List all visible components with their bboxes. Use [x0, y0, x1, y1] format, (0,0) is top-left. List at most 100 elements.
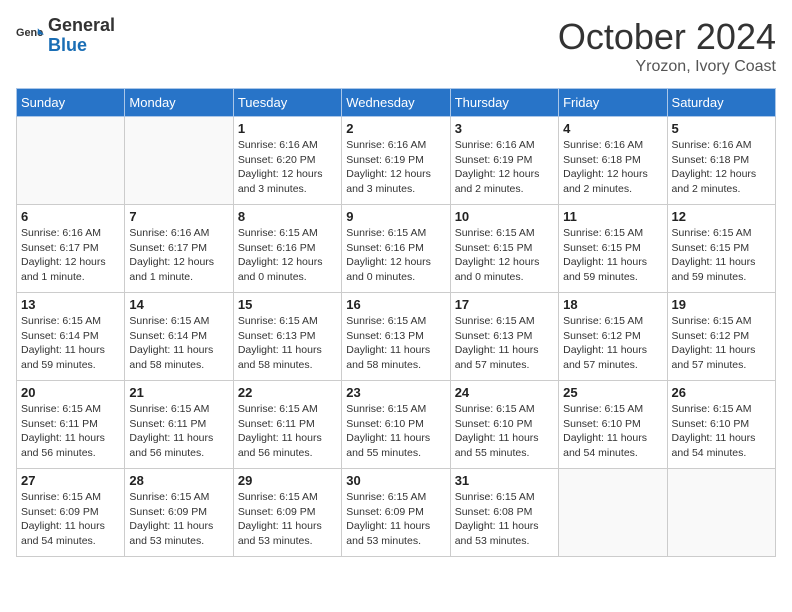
logo-blue-text: Blue [48, 35, 87, 55]
calendar-cell: 12Sunrise: 6:15 AM Sunset: 6:15 PM Dayli… [667, 205, 775, 293]
day-number: 18 [563, 297, 662, 312]
day-number: 5 [672, 121, 771, 136]
calendar-cell: 27 Sunrise: 6:15 AM Sunset: 6:09 PM Dayli… [17, 469, 125, 557]
weekday-header-cell: Sunday [17, 89, 125, 117]
day-detail: Sunrise: 6:15 AM Sunset: 6:15 PM Dayligh… [455, 226, 554, 285]
day-number: 31 [455, 473, 554, 488]
calendar-cell: 30Sunrise: 6:15 AM Sunset: 6:09 PM Dayli… [342, 469, 450, 557]
calendar-cell: 19 Sunrise: 6:15 AM Sunset: 6:12 PM Dayli… [667, 293, 775, 381]
weekday-header-cell: Friday [559, 89, 667, 117]
day-number: 28 [129, 473, 228, 488]
day-number: 19 [672, 297, 771, 312]
day-detail: Sunrise: 6:16 AM Sunset: 6:17 PM Dayligh… [21, 226, 120, 285]
day-number: 20 [21, 385, 120, 400]
calendar-week-row: 27 Sunrise: 6:15 AM Sunset: 6:09 PM Dayli… [17, 469, 776, 557]
calendar-cell: 11Sunrise: 6:15 AM Sunset: 6:15 PM Dayli… [559, 205, 667, 293]
title-block: October 2024 Yrozon, Ivory Coast [558, 16, 776, 76]
day-number: 3 [455, 121, 554, 136]
calendar-cell: 4 Sunrise: 6:16 AM Sunset: 6:18 PM Daylig… [559, 117, 667, 205]
calendar-cell: 13Sunrise: 6:15 AM Sunset: 6:14 PM Dayli… [17, 293, 125, 381]
calendar-cell: 17Sunrise: 6:15 AM Sunset: 6:13 PM Dayli… [450, 293, 558, 381]
day-detail: Sunrise: 6:15 AM Sunset: 6:12 PM Dayligh… [672, 314, 771, 373]
day-detail: Sunrise: 6:16 AM Sunset: 6:19 PM Dayligh… [455, 138, 554, 197]
calendar-cell: 26Sunrise: 6:15 AM Sunset: 6:10 PM Dayli… [667, 381, 775, 469]
calendar-cell: 15 Sunrise: 6:15 AM Sunset: 6:13 PM Dayli… [233, 293, 341, 381]
day-detail: Sunrise: 6:15 AM Sunset: 6:13 PM Dayligh… [238, 314, 337, 373]
day-detail: Sunrise: 6:15 AM Sunset: 6:12 PM Dayligh… [563, 314, 662, 373]
logo-general-text: General [48, 15, 115, 35]
day-detail: Sunrise: 6:15 AM Sunset: 6:14 PM Dayligh… [129, 314, 228, 373]
day-number: 6 [21, 209, 120, 224]
page-header: General General Blue October 2024 Yrozon… [16, 16, 776, 76]
calendar-cell [17, 117, 125, 205]
calendar-cell [559, 469, 667, 557]
calendar-cell: 16 Sunrise: 6:15 AM Sunset: 6:13 PM Dayli… [342, 293, 450, 381]
day-detail: Sunrise: 6:15 AM Sunset: 6:11 PM Dayligh… [129, 402, 228, 461]
day-number: 25 [563, 385, 662, 400]
day-number: 15 [238, 297, 337, 312]
day-detail: Sunrise: 6:15 AM Sunset: 6:10 PM Dayligh… [346, 402, 445, 461]
day-detail: Sunrise: 6:16 AM Sunset: 6:18 PM Dayligh… [563, 138, 662, 197]
day-number: 8 [238, 209, 337, 224]
day-detail: Sunrise: 6:15 AM Sunset: 6:16 PM Dayligh… [238, 226, 337, 285]
day-detail: Sunrise: 6:15 AM Sunset: 6:15 PM Dayligh… [672, 226, 771, 285]
weekday-header-cell: Saturday [667, 89, 775, 117]
calendar-cell [667, 469, 775, 557]
calendar-cell: 9 Sunrise: 6:15 AM Sunset: 6:16 PM Daylig… [342, 205, 450, 293]
calendar-cell: 28 Sunrise: 6:15 AM Sunset: 6:09 PM Dayli… [125, 469, 233, 557]
calendar-cell: 7 Sunrise: 6:16 AM Sunset: 6:17 PM Daylig… [125, 205, 233, 293]
calendar-cell: 20Sunrise: 6:15 AM Sunset: 6:11 PM Dayli… [17, 381, 125, 469]
location-subtitle: Yrozon, Ivory Coast [558, 58, 776, 76]
calendar-cell: 25 Sunrise: 6:15 AM Sunset: 6:10 PM Dayli… [559, 381, 667, 469]
calendar-cell: 5 Sunrise: 6:16 AM Sunset: 6:18 PM Daylig… [667, 117, 775, 205]
day-detail: Sunrise: 6:15 AM Sunset: 6:09 PM Dayligh… [346, 490, 445, 549]
calendar-cell: 8 Sunrise: 6:15 AM Sunset: 6:16 PM Daylig… [233, 205, 341, 293]
day-detail: Sunrise: 6:15 AM Sunset: 6:09 PM Dayligh… [129, 490, 228, 549]
calendar-cell: 1 Sunrise: 6:16 AM Sunset: 6:20 PM Daylig… [233, 117, 341, 205]
calendar-cell: 10Sunrise: 6:15 AM Sunset: 6:15 PM Dayli… [450, 205, 558, 293]
calendar-week-row: 13Sunrise: 6:15 AM Sunset: 6:14 PM Dayli… [17, 293, 776, 381]
day-detail: Sunrise: 6:15 AM Sunset: 6:11 PM Dayligh… [238, 402, 337, 461]
day-number: 23 [346, 385, 445, 400]
day-detail: Sunrise: 6:16 AM Sunset: 6:18 PM Dayligh… [672, 138, 771, 197]
day-detail: Sunrise: 6:15 AM Sunset: 6:09 PM Dayligh… [21, 490, 120, 549]
day-number: 17 [455, 297, 554, 312]
day-number: 1 [238, 121, 337, 136]
calendar-table: SundayMondayTuesdayWednesdayThursdayFrid… [16, 88, 776, 557]
day-number: 9 [346, 209, 445, 224]
calendar-cell: 6 Sunrise: 6:16 AM Sunset: 6:17 PM Daylig… [17, 205, 125, 293]
day-detail: Sunrise: 6:16 AM Sunset: 6:20 PM Dayligh… [238, 138, 337, 197]
day-detail: Sunrise: 6:15 AM Sunset: 6:10 PM Dayligh… [672, 402, 771, 461]
day-number: 4 [563, 121, 662, 136]
day-detail: Sunrise: 6:15 AM Sunset: 6:09 PM Dayligh… [238, 490, 337, 549]
calendar-week-row: 6 Sunrise: 6:16 AM Sunset: 6:17 PM Daylig… [17, 205, 776, 293]
day-detail: Sunrise: 6:16 AM Sunset: 6:17 PM Dayligh… [129, 226, 228, 285]
calendar-cell: 31 Sunrise: 6:15 AM Sunset: 6:08 PM Dayli… [450, 469, 558, 557]
day-detail: Sunrise: 6:15 AM Sunset: 6:13 PM Dayligh… [346, 314, 445, 373]
weekday-header-cell: Thursday [450, 89, 558, 117]
day-number: 16 [346, 297, 445, 312]
day-detail: Sunrise: 6:15 AM Sunset: 6:10 PM Dayligh… [563, 402, 662, 461]
weekday-header-cell: Monday [125, 89, 233, 117]
logo: General General Blue [16, 16, 115, 56]
calendar-cell: 24Sunrise: 6:15 AM Sunset: 6:10 PM Dayli… [450, 381, 558, 469]
weekday-header-cell: Wednesday [342, 89, 450, 117]
day-detail: Sunrise: 6:15 AM Sunset: 6:08 PM Dayligh… [455, 490, 554, 549]
day-number: 27 [21, 473, 120, 488]
calendar-cell: 3 Sunrise: 6:16 AM Sunset: 6:19 PM Daylig… [450, 117, 558, 205]
month-title: October 2024 [558, 16, 776, 58]
day-number: 29 [238, 473, 337, 488]
calendar-cell [125, 117, 233, 205]
calendar-week-row: 1 Sunrise: 6:16 AM Sunset: 6:20 PM Daylig… [17, 117, 776, 205]
day-detail: Sunrise: 6:15 AM Sunset: 6:16 PM Dayligh… [346, 226, 445, 285]
day-detail: Sunrise: 6:15 AM Sunset: 6:14 PM Dayligh… [21, 314, 120, 373]
day-number: 7 [129, 209, 228, 224]
day-number: 24 [455, 385, 554, 400]
day-detail: Sunrise: 6:16 AM Sunset: 6:19 PM Dayligh… [346, 138, 445, 197]
calendar-body: 1 Sunrise: 6:16 AM Sunset: 6:20 PM Daylig… [17, 117, 776, 557]
day-number: 21 [129, 385, 228, 400]
calendar-cell: 29 Sunrise: 6:15 AM Sunset: 6:09 PM Dayli… [233, 469, 341, 557]
calendar-cell: 2Sunrise: 6:16 AM Sunset: 6:19 PM Daylig… [342, 117, 450, 205]
weekday-header-row: SundayMondayTuesdayWednesdayThursdayFrid… [17, 89, 776, 117]
day-detail: Sunrise: 6:15 AM Sunset: 6:15 PM Dayligh… [563, 226, 662, 285]
